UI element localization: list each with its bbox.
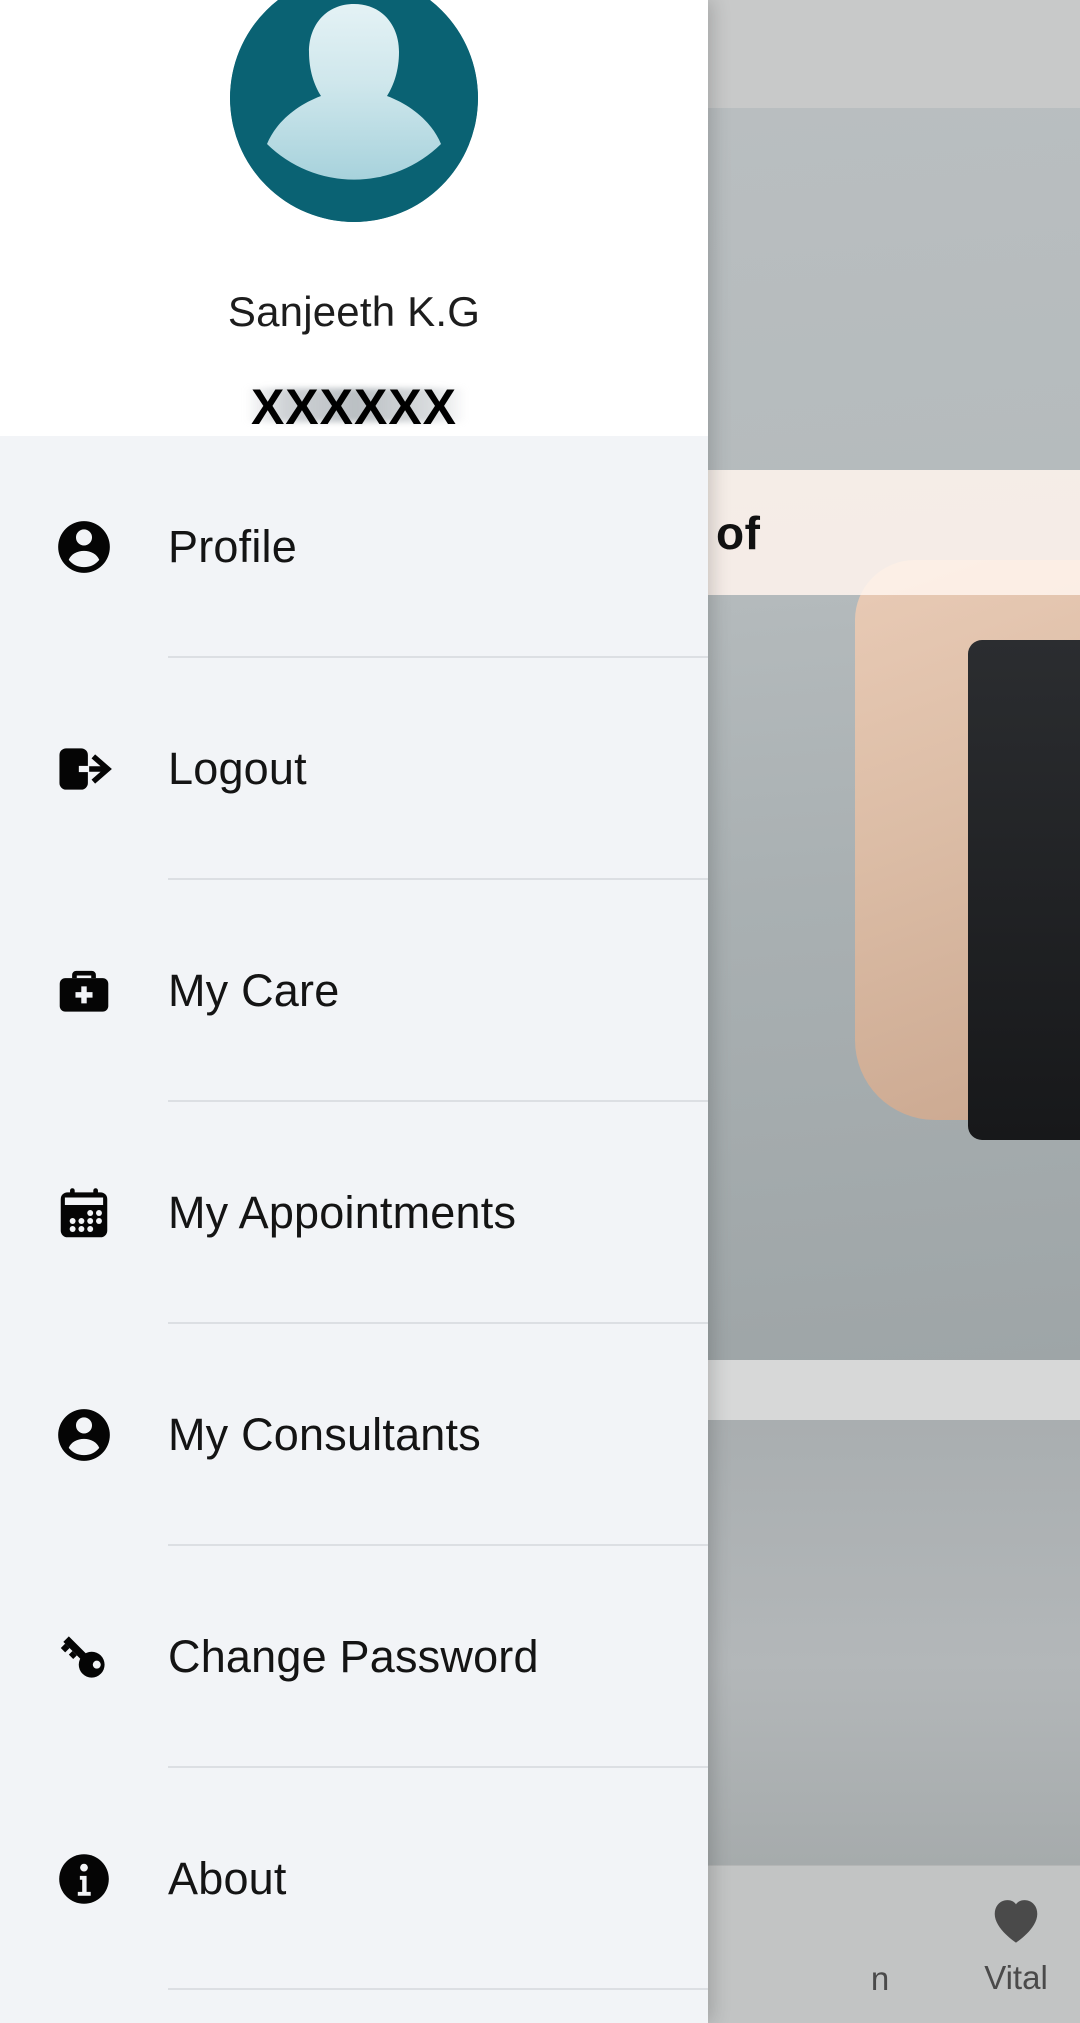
menu-item-label-change-password: Change Password	[168, 1631, 539, 1682]
bottom-navigation-bar: n Vital	[708, 1865, 1080, 2023]
medical-bag-icon	[0, 960, 168, 1022]
drawer-menu-list: Profile Logout My Care My Appointments M…	[0, 436, 708, 2023]
drawer-header: Sanjeeth K.G XXXXXX	[0, 0, 708, 436]
menu-item-about[interactable]: About	[0, 1768, 708, 1990]
background-device-photo	[968, 640, 1080, 1140]
menu-item-label-profile: Profile	[168, 521, 297, 572]
profile-name: Sanjeeth K.G	[227, 288, 481, 335]
account-circle-icon	[0, 1404, 168, 1466]
menu-item-logout[interactable]: Logout	[0, 658, 708, 880]
masked-id-container: XXXXXX	[244, 378, 468, 436]
background-top-strip	[708, 0, 1080, 108]
background-card-text: of	[716, 506, 761, 559]
menu-item-change-password[interactable]: Change Password	[0, 1546, 708, 1768]
heart-icon	[987, 1893, 1045, 1945]
menu-item-label-logout: Logout	[168, 743, 307, 794]
menu-item-my-consultants[interactable]: My Consultants	[0, 1324, 708, 1546]
menu-item-my-care[interactable]: My Care	[0, 880, 708, 1102]
bottom-nav-tab-vital[interactable]: Vital	[952, 1866, 1080, 2023]
app-screen: of n Vital Sanjeeth K.G XXXXXX Profile L…	[0, 0, 1080, 2023]
menu-item-label-my-appointments: My Appointments	[168, 1187, 517, 1238]
bottom-nav-label-vital: Vital	[984, 1958, 1048, 1996]
calendar-icon	[0, 1182, 168, 1244]
avatar[interactable]	[230, 0, 478, 222]
menu-item-profile[interactable]: Profile	[0, 436, 708, 658]
bottom-nav-partial-label: n	[870, 1959, 890, 1997]
masked-id: XXXXXX	[250, 379, 458, 435]
exit-icon	[0, 738, 168, 800]
menu-item-label-my-consultants: My Consultants	[168, 1409, 481, 1460]
background-lower-image	[708, 1420, 1080, 1865]
menu-item-label-about: About	[168, 1853, 287, 1904]
menu-item-exit-app[interactable]: Exit App	[0, 1990, 708, 2023]
background-mid-strip	[708, 1360, 1080, 1420]
menu-item-label-my-care: My Care	[168, 965, 340, 1016]
navigation-drawer: Sanjeeth K.G XXXXXX Profile Logout My Ca…	[0, 0, 708, 2023]
menu-item-my-appointments[interactable]: My Appointments	[0, 1102, 708, 1324]
key-icon	[0, 1626, 168, 1688]
account-circle-icon	[0, 516, 168, 578]
bottom-nav-tab-partial[interactable]: n	[860, 1866, 952, 2023]
info-circle-icon	[0, 1848, 168, 1910]
person-avatar-icon	[230, 0, 478, 222]
